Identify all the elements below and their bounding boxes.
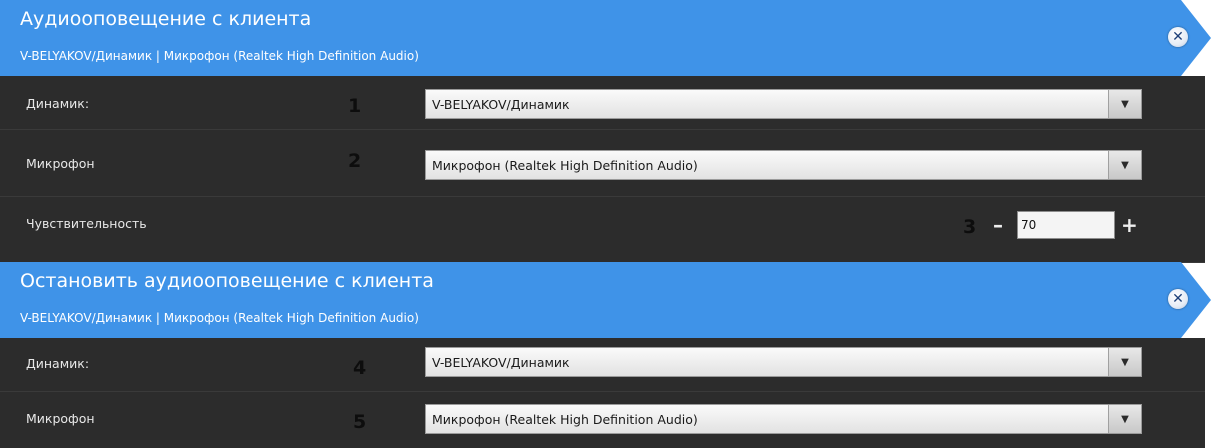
- marker-4: 4: [353, 357, 367, 379]
- microphone-select-value: Микрофон (Realtek High Definition Audio): [432, 412, 698, 427]
- panel-subtitle: V-BELYAKOV/Динамик | Микрофон (Realtek H…: [20, 49, 419, 63]
- speaker-select-value: V-BELYAKOV/Динамик: [432, 355, 570, 370]
- microphone-select[interactable]: Микрофон (Realtek High Definition Audio)…: [425, 404, 1142, 434]
- marker-1: 1: [348, 95, 362, 117]
- speaker-row: Динамик: 1 V-BELYAKOV/Динамик ▼: [0, 76, 1205, 130]
- close-icon[interactable]: ✕: [1168, 289, 1188, 309]
- speaker-row: Динамик: 4 V-BELYAKOV/Динамик ▼: [0, 338, 1205, 392]
- chevron-down-icon[interactable]: ▼: [1108, 90, 1141, 118]
- close-icon[interactable]: ✕: [1168, 27, 1188, 47]
- marker-3: 3: [963, 216, 977, 238]
- panel-title: Остановить аудиооповещение с клиента: [20, 270, 434, 292]
- chevron-down-icon[interactable]: ▼: [1108, 405, 1141, 433]
- microphone-select-value: Микрофон (Realtek High Definition Audio): [432, 158, 698, 173]
- audio-notification-panel: Аудиооповещение с клиента V-BELYAKOV/Дин…: [0, 0, 1211, 263]
- marker-2: 2: [348, 150, 362, 172]
- increase-button[interactable]: +: [1121, 215, 1138, 235]
- speaker-select[interactable]: V-BELYAKOV/Динамик ▼: [425, 347, 1142, 377]
- microphone-label: Микрофон: [26, 156, 95, 171]
- speaker-label: Динамик:: [26, 356, 90, 371]
- speaker-label: Динамик:: [26, 96, 90, 111]
- sensitivity-label: Чувствительность: [26, 216, 147, 231]
- panel-header: Остановить аудиооповещение с клиента V-B…: [0, 262, 1211, 338]
- microphone-label: Микрофон: [26, 411, 95, 426]
- decrease-button[interactable]: –: [993, 215, 1003, 235]
- sensitivity-input[interactable]: [1017, 211, 1115, 239]
- panel-header: Аудиооповещение с клиента V-BELYAKOV/Дин…: [0, 0, 1211, 76]
- speaker-select[interactable]: V-BELYAKOV/Динамик ▼: [425, 89, 1142, 119]
- microphone-select[interactable]: Микрофон (Realtek High Definition Audio)…: [425, 150, 1142, 180]
- marker-5: 5: [353, 411, 367, 433]
- speaker-select-value: V-BELYAKOV/Динамик: [432, 97, 570, 112]
- stop-audio-notification-panel: Остановить аудиооповещение с клиента V-B…: [0, 262, 1211, 448]
- panel-title: Аудиооповещение с клиента: [20, 8, 312, 30]
- panel-subtitle: V-BELYAKOV/Динамик | Микрофон (Realtek H…: [20, 311, 419, 325]
- chevron-down-icon[interactable]: ▼: [1108, 348, 1141, 376]
- sensitivity-row: Чувствительность 3 – +: [0, 197, 1205, 263]
- microphone-row: Микрофон 5 Микрофон (Realtek High Defini…: [0, 392, 1205, 448]
- chevron-down-icon[interactable]: ▼: [1108, 151, 1141, 179]
- microphone-row: Микрофон 2 Микрофон (Realtek High Defini…: [0, 130, 1205, 197]
